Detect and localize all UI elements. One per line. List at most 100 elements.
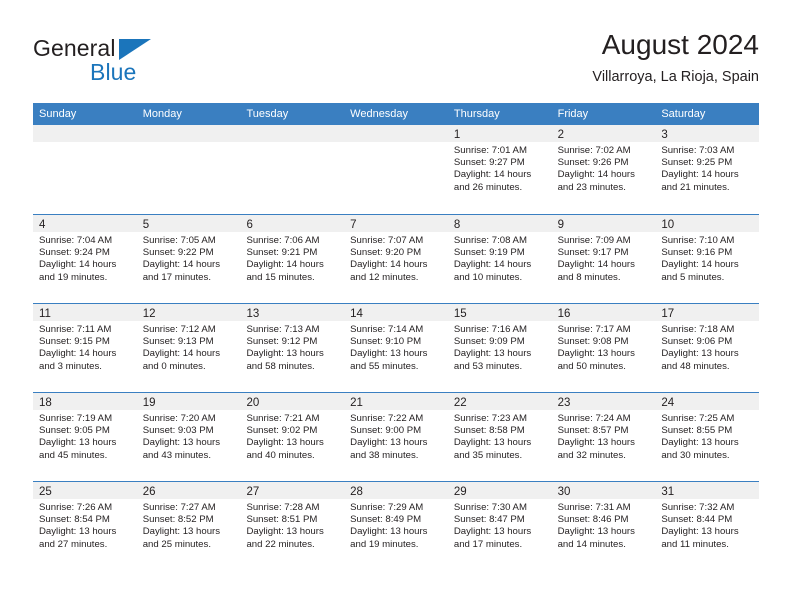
weekday-header-thursday: Thursday [453, 108, 500, 120]
daylight-text-line1: Daylight: 14 hours [142, 348, 221, 360]
day-number: 15 [453, 308, 467, 320]
sunset-text: Sunset: 9:13 PM [142, 336, 214, 348]
day-number-band [240, 125, 345, 142]
calendar-day-cell[interactable]: 14 Sunrise: 7:14 AM Sunset: 9:10 PM Dayligh… [344, 304, 448, 392]
day-sun-info: Sunrise: 7:31 AM Sunset: 8:46 PM Daylight:… [552, 499, 656, 551]
page-subtitle: Villarroya, La Rioja, Spain [592, 69, 759, 85]
sunset-text: Sunset: 9:27 PM [453, 157, 525, 169]
day-number: 3 [661, 129, 668, 141]
calendar-day-cell[interactable]: 22 Sunrise: 7:23 AM Sunset: 8:58 PM Dayligh… [447, 393, 552, 481]
day-number: 30 [557, 486, 571, 498]
calendar-day-cell[interactable]: 27 Sunrise: 7:28 AM Sunset: 8:51 PM Dayligh… [240, 482, 345, 570]
daylight-text-line2: and 14 minutes. [557, 538, 626, 550]
day-number-band: 14 [344, 304, 448, 321]
calendar-day-cell[interactable]: 16 Sunrise: 7:17 AM Sunset: 9:08 PM Dayligh… [551, 304, 656, 392]
day-number: 5 [142, 219, 150, 231]
day-sun-info: Sunrise: 7:09 AM Sunset: 9:17 PM Daylight:… [552, 232, 656, 284]
calendar-day-cell[interactable]: 21 Sunrise: 7:22 AM Sunset: 9:00 PM Dayligh… [344, 393, 448, 481]
sunset-text: Sunset: 9:25 PM [661, 157, 733, 169]
sunrise-text: Sunrise: 7:25 AM [661, 413, 735, 424]
calendar-page: General Blue August 2024 Villarroya, La … [0, 0, 792, 612]
day-number: 1 [453, 129, 461, 141]
day-sun-info: Sunrise: 7:27 AM Sunset: 8:52 PM Daylight:… [137, 499, 241, 551]
day-number-band: 22 [447, 393, 552, 410]
calendar-day-cell[interactable]: 7 Sunrise: 7:07 AM Sunset: 9:20 PM Daylight… [344, 215, 448, 303]
calendar-day-cell[interactable]: 3 Sunrise: 7:03 AM Sunset: 9:25 PM Daylight… [655, 125, 760, 214]
day-number: 27 [246, 486, 260, 498]
calendar-day-cell[interactable]: 17 Sunrise: 7:18 AM Sunset: 9:06 PM Dayligh… [655, 304, 760, 392]
calendar-day-cell[interactable]: 20 Sunrise: 7:21 AM Sunset: 9:02 PM Dayligh… [240, 393, 345, 481]
daylight-text-line2: and 32 minutes. [557, 449, 626, 461]
day-sun-info: Sunrise: 7:20 AM Sunset: 9:03 PM Daylight:… [137, 410, 241, 462]
sunset-text: Sunset: 8:46 PM [557, 514, 629, 526]
weekday-header-monday: Monday [142, 108, 182, 120]
day-number: 29 [453, 486, 467, 498]
calendar-day-cell[interactable]: 12 Sunrise: 7:12 AM Sunset: 9:13 PM Dayligh… [136, 304, 241, 392]
sunrise-text: Sunrise: 7:24 AM [557, 413, 631, 424]
weekday-header-sunday: Sunday [39, 108, 77, 120]
day-number: 8 [453, 219, 461, 231]
sunrise-text: Sunrise: 7:21 AM [246, 413, 320, 424]
daylight-text-line2: and 0 minutes. [142, 360, 206, 372]
daylight-text-line1: Daylight: 14 hours [661, 169, 739, 181]
brand-logo[interactable]: General Blue [33, 36, 263, 92]
calendar-day-cell[interactable]: 28 Sunrise: 7:29 AM Sunset: 8:49 PM Dayligh… [344, 482, 448, 570]
daylight-text-line1: Daylight: 13 hours [453, 526, 532, 538]
calendar-day-cell[interactable]: 18 Sunrise: 7:19 AM Sunset: 9:05 PM Dayligh… [33, 393, 137, 481]
calendar-day-cell[interactable]: 8 Sunrise: 7:08 AM Sunset: 9:19 PM Daylight… [447, 215, 552, 303]
calendar-day-cell[interactable]: 15 Sunrise: 7:16 AM Sunset: 9:09 PM Dayligh… [447, 304, 552, 392]
calendar-day-cell[interactable]: 9 Sunrise: 7:09 AM Sunset: 9:17 PM Daylight… [551, 215, 656, 303]
calendar-day-cell[interactable]: 31 Sunrise: 7:32 AM Sunset: 8:44 PM Dayligh… [655, 482, 760, 570]
calendar-day-cell[interactable]: 4 Sunrise: 7:04 AM Sunset: 9:24 PM Daylight… [33, 215, 137, 303]
sunset-text: Sunset: 8:58 PM [453, 425, 525, 437]
calendar-day-cell[interactable]: 24 Sunrise: 7:25 AM Sunset: 8:55 PM Dayligh… [655, 393, 760, 481]
day-number: 7 [350, 219, 357, 231]
sunset-text: Sunset: 8:47 PM [453, 514, 525, 526]
daylight-text-line1: Daylight: 14 hours [350, 259, 428, 271]
day-number-band: 13 [240, 304, 345, 321]
calendar-day-cell[interactable]: 30 Sunrise: 7:31 AM Sunset: 8:46 PM Dayligh… [551, 482, 656, 570]
calendar-day-cell[interactable]: 5 Sunrise: 7:05 AM Sunset: 9:22 PM Daylight… [136, 215, 241, 303]
day-number-band: 11 [33, 304, 137, 321]
sunrise-text: Sunrise: 7:26 AM [39, 502, 113, 513]
daylight-text-line2: and 45 minutes. [39, 449, 108, 461]
day-sun-info: Sunrise: 7:11 AM Sunset: 9:15 PM Daylight:… [33, 321, 137, 373]
day-sun-info: Sunrise: 7:05 AM Sunset: 9:22 PM Daylight:… [137, 232, 241, 284]
day-number: 4 [39, 219, 46, 231]
calendar-day-cell[interactable]: 13 Sunrise: 7:13 AM Sunset: 9:12 PM Dayligh… [240, 304, 345, 392]
calendar-day-cell[interactable]: 10 Sunrise: 7:10 AM Sunset: 9:16 PM Dayligh… [655, 215, 760, 303]
day-sun-info: Sunrise: 7:07 AM Sunset: 9:20 PM Daylight:… [344, 232, 448, 284]
day-number-band: 19 [136, 393, 241, 410]
sunrise-text: Sunrise: 7:13 AM [246, 324, 320, 335]
calendar-day-cell[interactable]: 26 Sunrise: 7:27 AM Sunset: 8:52 PM Dayligh… [136, 482, 241, 570]
sunset-text: Sunset: 8:49 PM [350, 514, 422, 526]
calendar-day-cell[interactable]: 25 Sunrise: 7:26 AM Sunset: 8:54 PM Dayligh… [33, 482, 137, 570]
calendar-day-cell[interactable]: 2 Sunrise: 7:02 AM Sunset: 9:26 PM Daylight… [551, 125, 656, 214]
calendar-day-cell[interactable]: 11 Sunrise: 7:11 AM Sunset: 9:15 PM Dayligh… [33, 304, 137, 392]
daylight-text-line1: Daylight: 14 hours [557, 169, 635, 181]
calendar-day-cell[interactable]: 19 Sunrise: 7:20 AM Sunset: 9:03 PM Dayligh… [136, 393, 241, 481]
calendar-day-cell[interactable]: 1 Sunrise: 7:01 AM Sunset: 9:27 PM Daylight… [447, 125, 552, 214]
daylight-text-line2: and 11 minutes. [661, 538, 729, 550]
calendar-day-cell[interactable]: 29 Sunrise: 7:30 AM Sunset: 8:47 PM Dayligh… [447, 482, 552, 570]
sunset-text: Sunset: 8:51 PM [246, 514, 318, 526]
daylight-text-line2: and 35 minutes. [453, 449, 523, 461]
daylight-text-line2: and 15 minutes. [246, 271, 315, 283]
triangle-icon [119, 39, 151, 60]
day-number: 10 [661, 219, 675, 231]
calendar-day-cell[interactable]: 23 Sunrise: 7:24 AM Sunset: 8:57 PM Dayligh… [551, 393, 656, 481]
daylight-text-line1: Daylight: 14 hours [557, 259, 635, 271]
day-number: 19 [142, 397, 156, 409]
daylight-text-line2: and 43 minutes. [142, 449, 211, 461]
daylight-text-line2: and 27 minutes. [39, 538, 108, 550]
day-number-band: 30 [551, 482, 656, 499]
calendar-weeks: 1 Sunrise: 7:01 AM Sunset: 9:27 PM Daylight… [33, 125, 760, 570]
sunset-text: Sunset: 9:17 PM [557, 247, 629, 259]
sunset-text: Sunset: 9:03 PM [142, 425, 214, 437]
calendar-day-cell[interactable]: 6 Sunrise: 7:06 AM Sunset: 9:21 PM Daylight… [240, 215, 345, 303]
day-number: 25 [39, 486, 52, 498]
sunset-text: Sunset: 9:09 PM [453, 336, 525, 348]
day-number: 23 [557, 397, 571, 409]
daylight-text-line1: Daylight: 13 hours [453, 348, 532, 360]
day-number-band: 1 [447, 125, 552, 142]
